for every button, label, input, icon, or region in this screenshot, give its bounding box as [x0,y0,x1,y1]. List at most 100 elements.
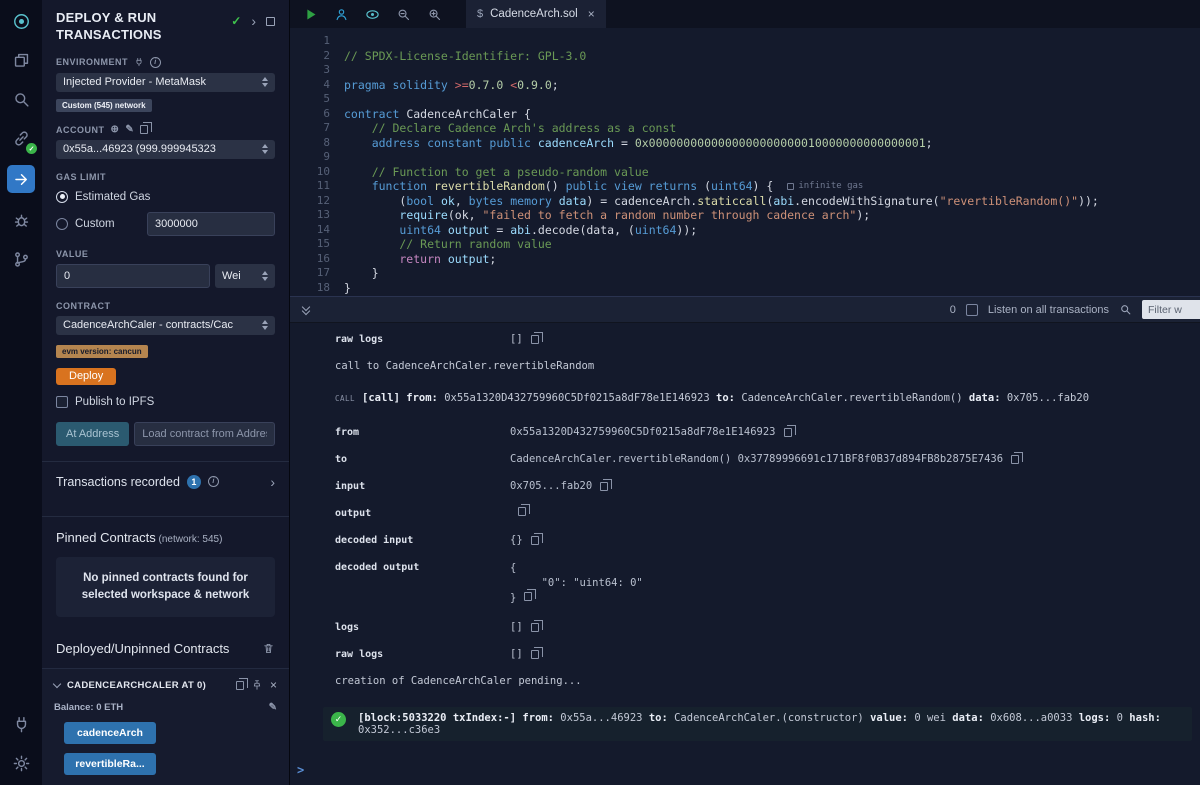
terminal-field-value: [] [510,648,539,660]
copy-icon[interactable] [531,623,539,632]
code-text: } [344,266,379,281]
terminal[interactable]: raw logs[] call to CadenceArchCaler.rever… [290,323,1200,785]
sign-message-icon[interactable]: ✎ [125,125,134,135]
zoom-in-icon[interactable] [425,5,443,23]
code-text: function revertibleRandom() public view … [344,179,773,194]
pin-contract-icon[interactable] [251,679,263,691]
code-line: 11 function revertibleRandom() public vi… [290,179,1200,194]
terminal-kv-row: raw logs[] [335,333,1192,345]
solidity-compiler-icon[interactable]: ✓ [9,126,33,150]
close-tab-icon[interactable]: × [588,8,595,20]
select-caret-icon [262,271,268,281]
code-line: 13 require(ok, "failed to fetch a random… [290,208,1200,223]
edit-balance-icon[interactable]: ✎ [269,702,277,713]
copy-account-icon[interactable] [140,125,148,134]
custom-gas-radio[interactable] [56,218,68,230]
plugin-manager-icon[interactable] [9,712,33,736]
code-text: pragma solidity >=0.7.0 <0.9.0; [344,78,559,93]
terminal-kv-row: toCadenceArchCaler.revertibleRandom() 0x… [335,453,1192,465]
code-editor[interactable]: 12// SPDX-License-Identifier: GPL-3.034p… [290,28,1200,296]
terminal-field-value: { "0": "uint64: 0"} [510,561,643,606]
terminal-log-text: [block:5033220 txIndex:-] from: 0x55a...… [358,712,1184,736]
terminal-kv-row: raw logs[] [335,648,1192,660]
deploy-button[interactable]: Deploy [56,368,116,385]
estimated-gas-option[interactable]: Estimated Gas [56,191,275,203]
line-number: 10 [290,165,330,180]
terminal-text-line: call to CadenceArchCaler.revertibleRando… [335,360,1192,372]
publish-row: Publish to IPFS [56,396,275,408]
call-tag: call [335,392,362,404]
function-button-cadencearch[interactable]: cadenceArch [64,722,156,744]
plug-icon[interactable] [134,57,144,67]
terminal-search-icon[interactable] [1119,303,1132,316]
line-number: 3 [290,63,330,78]
pin-panel-icon[interactable] [266,17,275,26]
contract-select[interactable]: CadenceArchCaler - contracts/Cac [56,316,275,335]
settings-gear-icon[interactable] [9,751,33,775]
collapse-terminal-icon[interactable] [298,306,314,314]
listen-all-transactions-label: Listen on all transactions [988,304,1109,316]
delete-all-contracts-icon[interactable] [262,642,275,655]
line-number: 9 [290,150,330,165]
contract-balance: Balance: 0 ETH [54,702,123,713]
listen-all-transactions-checkbox[interactable] [966,304,978,316]
at-address-input[interactable] [134,422,275,446]
copy-icon[interactable] [531,536,539,545]
code-text: contract CadenceArchCaler { [344,107,531,122]
copy-icon[interactable] [236,681,244,690]
expand-transactions-icon[interactable]: › [270,477,275,487]
code-line: 3 [290,63,1200,78]
code-text: uint64 output = abi.decode(data, (uint64… [344,223,697,238]
file-explorer-icon[interactable] [9,48,33,72]
estimated-gas-radio[interactable] [56,191,68,203]
terminal-rows: raw logs[] call to CadenceArchCaler.rever… [335,333,1192,751]
zoom-out-icon[interactable] [394,5,412,23]
terminal-prompt[interactable]: > [297,763,1192,777]
contract-card-header[interactable]: CADENCEARCHCALER AT 0) × [54,679,277,691]
code-line: 6contract CadenceArchCaler { [290,107,1200,122]
editor-toolbar: $ CadenceArch.sol × [290,0,1200,28]
function-button-revertiblerandom[interactable]: revertibleRa... [64,753,156,775]
terminal-success-row: ✓ [block:5033220 txIndex:-] from: 0x55a..… [323,707,1192,741]
transactions-info-icon[interactable]: i [208,476,219,487]
run-script-icon[interactable] [301,5,319,23]
source-control-icon[interactable] [9,247,33,271]
copy-icon[interactable] [1011,455,1019,464]
copy-icon[interactable] [531,650,539,659]
code-line: 17 } [290,266,1200,281]
value-unit-select[interactable]: Wei [215,264,275,288]
copy-icon[interactable] [524,592,532,601]
code-text: // Return random value [344,237,552,252]
debugger-icon[interactable] [9,208,33,232]
deploy-and-run-icon[interactable] [7,165,35,193]
environment-select[interactable]: Injected Provider - MetaMask [56,73,275,92]
code-text: (bool ok, bytes memory data) = cadenceAr… [344,194,1099,209]
custom-gas-input[interactable] [147,212,275,236]
line-number: 1 [290,34,330,49]
publish-to-ipfs-checkbox[interactable] [56,396,68,408]
copy-icon[interactable] [518,507,526,516]
remix-logo-icon[interactable] [9,9,33,33]
line-number: 5 [290,92,330,107]
ai-assistant-icon[interactable] [332,5,350,23]
copy-icon[interactable] [531,335,539,344]
value-input[interactable] [56,264,210,288]
account-select[interactable]: 0x55a...46923 (999.999945323 [56,140,275,159]
at-address-button[interactable]: At Address [56,422,129,446]
close-contract-icon[interactable]: × [270,679,277,691]
copy-icon[interactable] [600,482,608,491]
contract-value: CadenceArchCaler - contracts/Cac [63,319,233,331]
add-account-icon[interactable]: ⊕ [111,125,120,135]
success-check-icon[interactable]: ✓ [331,712,346,727]
search-icon[interactable] [9,87,33,111]
environment-info-icon[interactable]: i [150,57,161,68]
contract-label: CONTRACT [56,301,275,311]
environment-ok-icon: ✓ [231,14,241,28]
copy-icon[interactable] [784,428,792,437]
forward-chevron-icon[interactable]: › [251,16,256,26]
preview-toggle-icon[interactable] [363,5,381,23]
transactions-recorded-row[interactable]: Transactions recorded 1 i › [56,462,275,501]
tab-title: CadenceArch.sol [490,8,578,20]
tab-cadencearch-sol[interactable]: $ CadenceArch.sol × [466,0,606,28]
terminal-filter-input[interactable] [1142,300,1200,319]
